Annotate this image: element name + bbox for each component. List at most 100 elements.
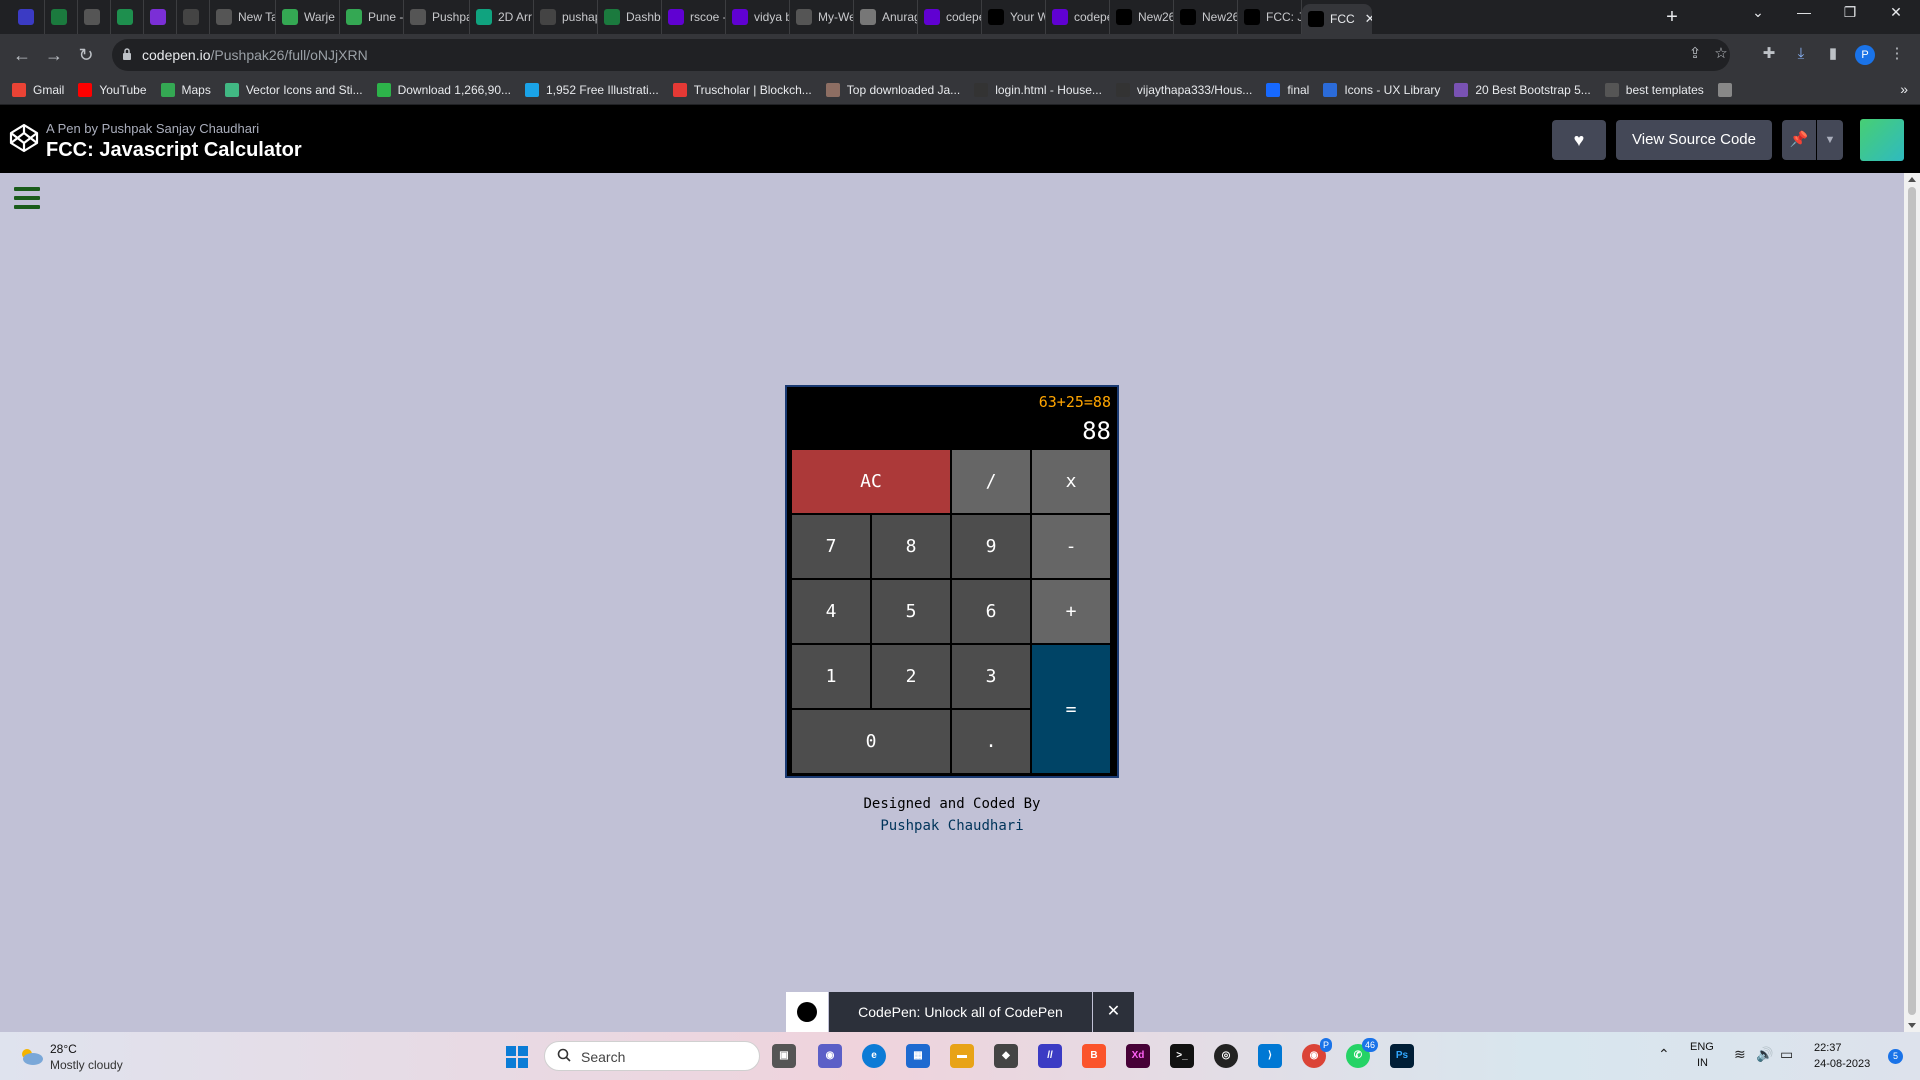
- credit-author-link[interactable]: Pushpak Chaudhari: [785, 815, 1119, 837]
- six-button[interactable]: 6: [951, 579, 1031, 644]
- weather-description[interactable]: Mostly cloudy: [50, 1058, 123, 1072]
- show-hidden-icons-chevron-icon[interactable]: ⌃: [1658, 1046, 1670, 1063]
- eight-button[interactable]: 8: [871, 514, 951, 579]
- adobe-xd-icon[interactable]: Xd: [1126, 1044, 1150, 1068]
- browser-tab[interactable]: Warje: [276, 0, 340, 34]
- two-button[interactable]: 2: [871, 644, 951, 709]
- page-scrollbar[interactable]: [1904, 173, 1920, 1032]
- browser-tab[interactable]: Pushpa: [404, 0, 470, 34]
- divide-button[interactable]: /: [951, 449, 1031, 514]
- browser-tab[interactable]: vidya b: [726, 0, 790, 34]
- decimal-button[interactable]: .: [951, 709, 1031, 774]
- scrollbar-thumb[interactable]: [1908, 187, 1916, 1015]
- forward-arrow-icon[interactable]: →: [42, 43, 66, 67]
- equals-button[interactable]: =: [1031, 644, 1111, 774]
- browser-tab[interactable]: [78, 0, 111, 34]
- multiply-button[interactable]: x: [1031, 449, 1111, 514]
- scroll-up-icon[interactable]: [1908, 177, 1916, 182]
- pin-button[interactable]: 📌: [1782, 120, 1816, 160]
- clear-button[interactable]: AC: [791, 449, 951, 514]
- zero-button[interactable]: 0: [791, 709, 951, 774]
- heart-button[interactable]: ♥: [1552, 120, 1606, 160]
- new-tab-button[interactable]: +: [1660, 6, 1684, 30]
- minimize-button[interactable]: —: [1784, 4, 1824, 20]
- browser-tab[interactable]: New26: [1174, 0, 1238, 34]
- browser-tab[interactable]: codepe: [918, 0, 982, 34]
- notification-count-badge[interactable]: 5: [1888, 1049, 1903, 1064]
- side-panel-icon[interactable]: ▮: [1822, 43, 1844, 65]
- bookmark-item[interactable]: 20 Best Bootstrap 5...: [1454, 83, 1591, 97]
- three-button[interactable]: 3: [951, 644, 1031, 709]
- download-icon[interactable]: ⤓: [1790, 43, 1812, 65]
- five-button[interactable]: 5: [871, 579, 951, 644]
- taskbar-search[interactable]: Search: [544, 1041, 760, 1071]
- browser-tab[interactable]: rscoe -: [662, 0, 726, 34]
- pen-byline[interactable]: A Pen by Pushpak Sanjay Chaudhari: [46, 121, 259, 136]
- scroll-down-icon[interactable]: [1908, 1023, 1916, 1028]
- task-view-icon[interactable]: ▣: [772, 1044, 796, 1068]
- browser-tab[interactable]: [111, 0, 144, 34]
- restore-button[interactable]: ❐: [1830, 4, 1870, 21]
- photoshop-icon[interactable]: Ps: [1390, 1044, 1414, 1068]
- bookmark-item[interactable]: YouTube: [78, 83, 147, 97]
- cloudy-weather-icon[interactable]: [18, 1046, 44, 1066]
- more-bookmarks-chevron-icon[interactable]: »: [1900, 81, 1908, 97]
- clock-date[interactable]: 24-08-2023: [1814, 1058, 1870, 1070]
- promo-close-button[interactable]: ✕: [1093, 992, 1134, 1032]
- browser-tab[interactable]: New Ta: [210, 0, 276, 34]
- microsoft-store-icon[interactable]: ▦: [906, 1044, 930, 1068]
- pin-dropdown-chevron-icon[interactable]: ▼: [1817, 120, 1843, 160]
- region-indicator[interactable]: IN: [1697, 1057, 1708, 1069]
- browser-tab[interactable]: [45, 0, 78, 34]
- tab-search-chevron-icon[interactable]: ⌄: [1738, 4, 1778, 21]
- file-explorer-icon[interactable]: ▬: [950, 1044, 974, 1068]
- browser-tab[interactable]: Anurag: [854, 0, 918, 34]
- subtract-button[interactable]: -: [1031, 514, 1111, 579]
- bookmark-item[interactable]: Icons - UX Library: [1323, 83, 1440, 97]
- nine-button[interactable]: 9: [951, 514, 1031, 579]
- seven-button[interactable]: 7: [791, 514, 871, 579]
- bookmark-item[interactable]: Top downloaded Ja...: [825, 83, 960, 97]
- brave-browser-icon[interactable]: B: [1082, 1044, 1106, 1068]
- browser-tab[interactable]: [177, 0, 210, 34]
- browser-tab[interactable]: Pune -: [340, 0, 404, 34]
- bookmark-item[interactable]: login.html - House...: [974, 83, 1102, 97]
- bookmark-item[interactable]: 1,952 Free Illustrati...: [525, 83, 659, 97]
- unity-icon[interactable]: ◆: [994, 1044, 1018, 1068]
- lock-icon[interactable]: [122, 47, 132, 61]
- user-avatar[interactable]: [1860, 119, 1904, 161]
- bookmark-star-icon[interactable]: ☆: [1710, 43, 1732, 65]
- vscode-icon[interactable]: ⟩: [1258, 1044, 1282, 1068]
- active-browser-tab[interactable]: FCC ✕: [1302, 4, 1372, 34]
- browser-tab[interactable]: [144, 0, 177, 34]
- weather-temperature[interactable]: 28°C: [50, 1042, 77, 1056]
- clock-time[interactable]: 22:37: [1814, 1042, 1842, 1054]
- address-bar[interactable]: codepen.io/Pushpak26/full/oNJjXRN ⇪ ☆: [112, 39, 1730, 71]
- windows-start-icon[interactable]: [506, 1046, 528, 1068]
- reload-icon[interactable]: ↻: [74, 43, 98, 67]
- share-icon[interactable]: ⇪: [1684, 43, 1706, 65]
- one-button[interactable]: 1: [791, 644, 871, 709]
- browser-tab[interactable]: codepe: [1046, 0, 1110, 34]
- browser-tab[interactable]: Dashb: [598, 0, 662, 34]
- dark-app-icon[interactable]: //: [1038, 1044, 1062, 1068]
- profile-avatar[interactable]: P: [1855, 45, 1875, 65]
- battery-icon[interactable]: ▭: [1780, 1046, 1793, 1063]
- browser-tab[interactable]: [12, 0, 45, 34]
- browser-tab[interactable]: FCC: Ja: [1238, 0, 1302, 34]
- view-source-button[interactable]: View Source Code: [1616, 120, 1772, 160]
- bookmark-item[interactable]: best templates: [1604, 83, 1704, 97]
- browser-tab[interactable]: 2D Arr: [470, 0, 534, 34]
- bookmark-item[interactable]: Vector Icons and Sti...: [224, 83, 363, 97]
- terminal-icon[interactable]: >_: [1170, 1044, 1194, 1068]
- wifi-icon[interactable]: ≋: [1734, 1046, 1746, 1063]
- browser-tab[interactable]: pushap: [534, 0, 598, 34]
- add-button[interactable]: +: [1031, 579, 1111, 644]
- browser-tab[interactable]: My-We: [790, 0, 854, 34]
- bookmark-item[interactable]: Download 1,266,90...: [376, 83, 511, 97]
- bookmark-item[interactable]: [1717, 83, 1739, 97]
- more-menu-icon[interactable]: ⋮: [1886, 43, 1908, 65]
- codepen-logo-icon[interactable]: [8, 122, 40, 154]
- teams-chat-icon[interactable]: ◉: [818, 1044, 842, 1068]
- bookmark-item[interactable]: final: [1266, 83, 1309, 97]
